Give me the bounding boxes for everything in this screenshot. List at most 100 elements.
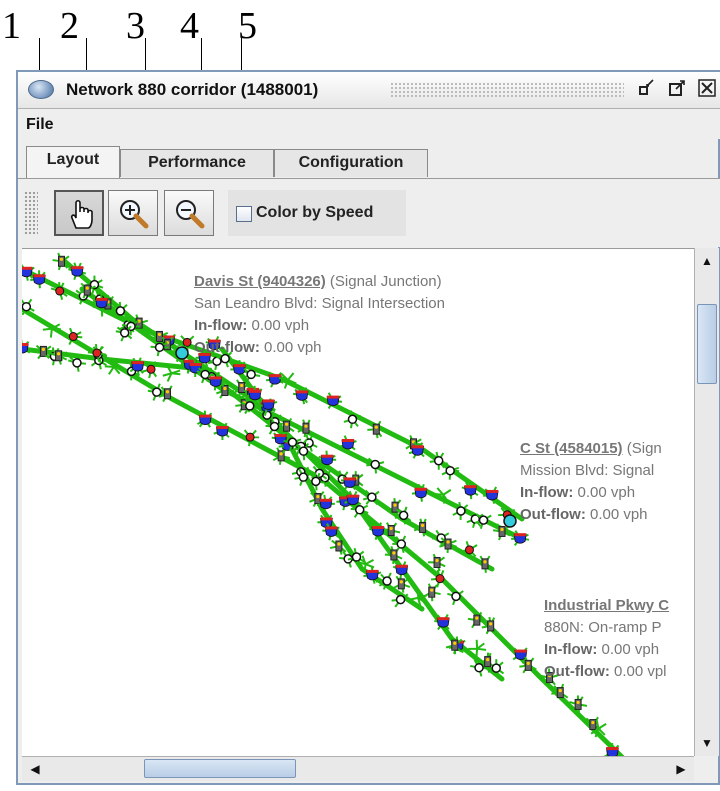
outflow-label-cst: Out-flow: [520,506,586,523]
signal-light [56,352,61,356]
scroll-left-icon[interactable]: ◀ [24,758,46,780]
outflow-label-industrial: Out-flow: [544,663,610,680]
road-segment [22,346,495,572]
node-link-davis[interactable]: Davis St (9404326) [194,273,326,290]
freeway-shield-top [346,494,359,498]
signal-light [399,580,403,584]
vertical-scrollbar[interactable]: ▲ ▼ [694,248,719,756]
signal-light [393,503,397,507]
scroll-right-icon[interactable]: ▶ [670,758,692,780]
color-by-speed-checkbox[interactable] [236,206,252,222]
color-by-speed-toggle[interactable]: Color by Speed [228,190,406,236]
junction-node [445,465,455,476]
junction-node [154,342,165,353]
signal-light [430,588,434,592]
tab-layout[interactable]: Layout [26,146,120,178]
menu-file[interactable]: File [26,116,54,134]
freeway-shield-top [514,649,527,653]
junction-node [22,301,32,312]
signal-light [420,523,425,528]
freeway-shield-top [411,445,424,449]
junction-node [382,576,392,586]
signal-light [157,332,162,337]
toolbar: Color by Speed [18,179,720,247]
signal-light [85,286,89,290]
road-arrow [287,372,295,381]
tab-configuration[interactable]: Configuration [274,149,428,177]
scroll-down-icon[interactable]: ▼ [696,732,718,754]
callout-1: 1 [2,5,21,47]
junction-node [395,594,406,605]
signal-light [165,390,170,394]
junction-node [311,476,321,487]
freeway-shield-top [131,361,144,365]
toolbar-grip[interactable] [24,191,38,235]
horizontal-scrollbar[interactable]: ◀ ▶ [22,756,694,781]
freeway-shield-top [437,617,450,621]
event-node [55,286,65,296]
junction-node [367,492,377,502]
road-arrow [42,327,52,331]
signal-light [489,622,493,626]
junction-node [200,369,210,380]
junction-node [298,472,309,482]
tab-strip: Layout Performance Configuration [18,140,720,179]
inflow-value-cst: 0.00 vph [573,484,636,501]
signal-light [389,526,393,531]
freeway-shield-top [366,569,379,573]
junction-node [433,455,444,466]
zoom-in-icon [120,200,149,229]
signal-light [576,700,580,705]
vertical-scroll-thumb[interactable] [697,304,717,384]
minimize-icon[interactable] [636,79,658,100]
zoom-out-button[interactable] [164,190,214,236]
signal-light [483,560,487,564]
signal-light [558,688,562,693]
node-link-cst[interactable]: C St (4584015) [520,440,623,457]
node-link-industrial[interactable]: Industrial Pkwy C [544,597,669,614]
junction-node [370,459,380,470]
outflow-value-industrial: 0.00 vpl [609,663,667,680]
title-bar[interactable]: Network 880 corridor (1488001) [18,72,720,109]
signal-light [392,551,396,555]
node-type-davis: (Signal Junction) [325,273,442,290]
freeway-shield-top [325,526,338,530]
inflow-label-davis: In-flow: [194,317,248,334]
event-node [435,574,445,584]
freeway-shield-top [341,438,354,442]
road-arrow [597,723,607,730]
road-arrow [476,642,485,650]
road-segment [22,306,625,757]
freeway-shield-top [514,533,527,537]
junction-node [298,446,309,456]
road-arrow [442,489,452,496]
freeway-shield-top [371,526,384,530]
freeway-shield-top [95,297,108,301]
pan-button[interactable] [54,190,104,236]
signal-light [59,257,64,261]
network-map[interactable]: Davis St (9404326) (Signal Junction) San… [22,248,694,757]
maximize-icon[interactable] [666,79,688,100]
signal-light [316,494,320,499]
junction-node [151,387,162,397]
signal-light [337,542,341,546]
freeway-shield-top [343,477,356,481]
close-icon[interactable] [696,79,718,100]
selected-node-davis [175,346,189,360]
horizontal-scroll-thumb[interactable] [144,759,296,778]
road-arrow [49,328,53,338]
freeway-shield-top [395,564,408,568]
node-info-davis: Davis St (9404326) (Signal Junction) San… [194,271,445,359]
freeway-shield-top [22,266,33,270]
event-node [182,337,192,347]
signal-light [500,527,504,532]
tab-performance[interactable]: Performance [120,149,274,177]
junction-node [456,506,466,516]
zoom-in-button[interactable] [108,190,158,236]
callout-2: 2 [60,5,79,47]
junction-node [451,591,461,602]
freeway-shield-top [320,517,333,521]
signal-light [446,540,450,544]
freeway-shield-top [262,399,275,403]
scroll-up-icon[interactable]: ▲ [696,250,718,272]
